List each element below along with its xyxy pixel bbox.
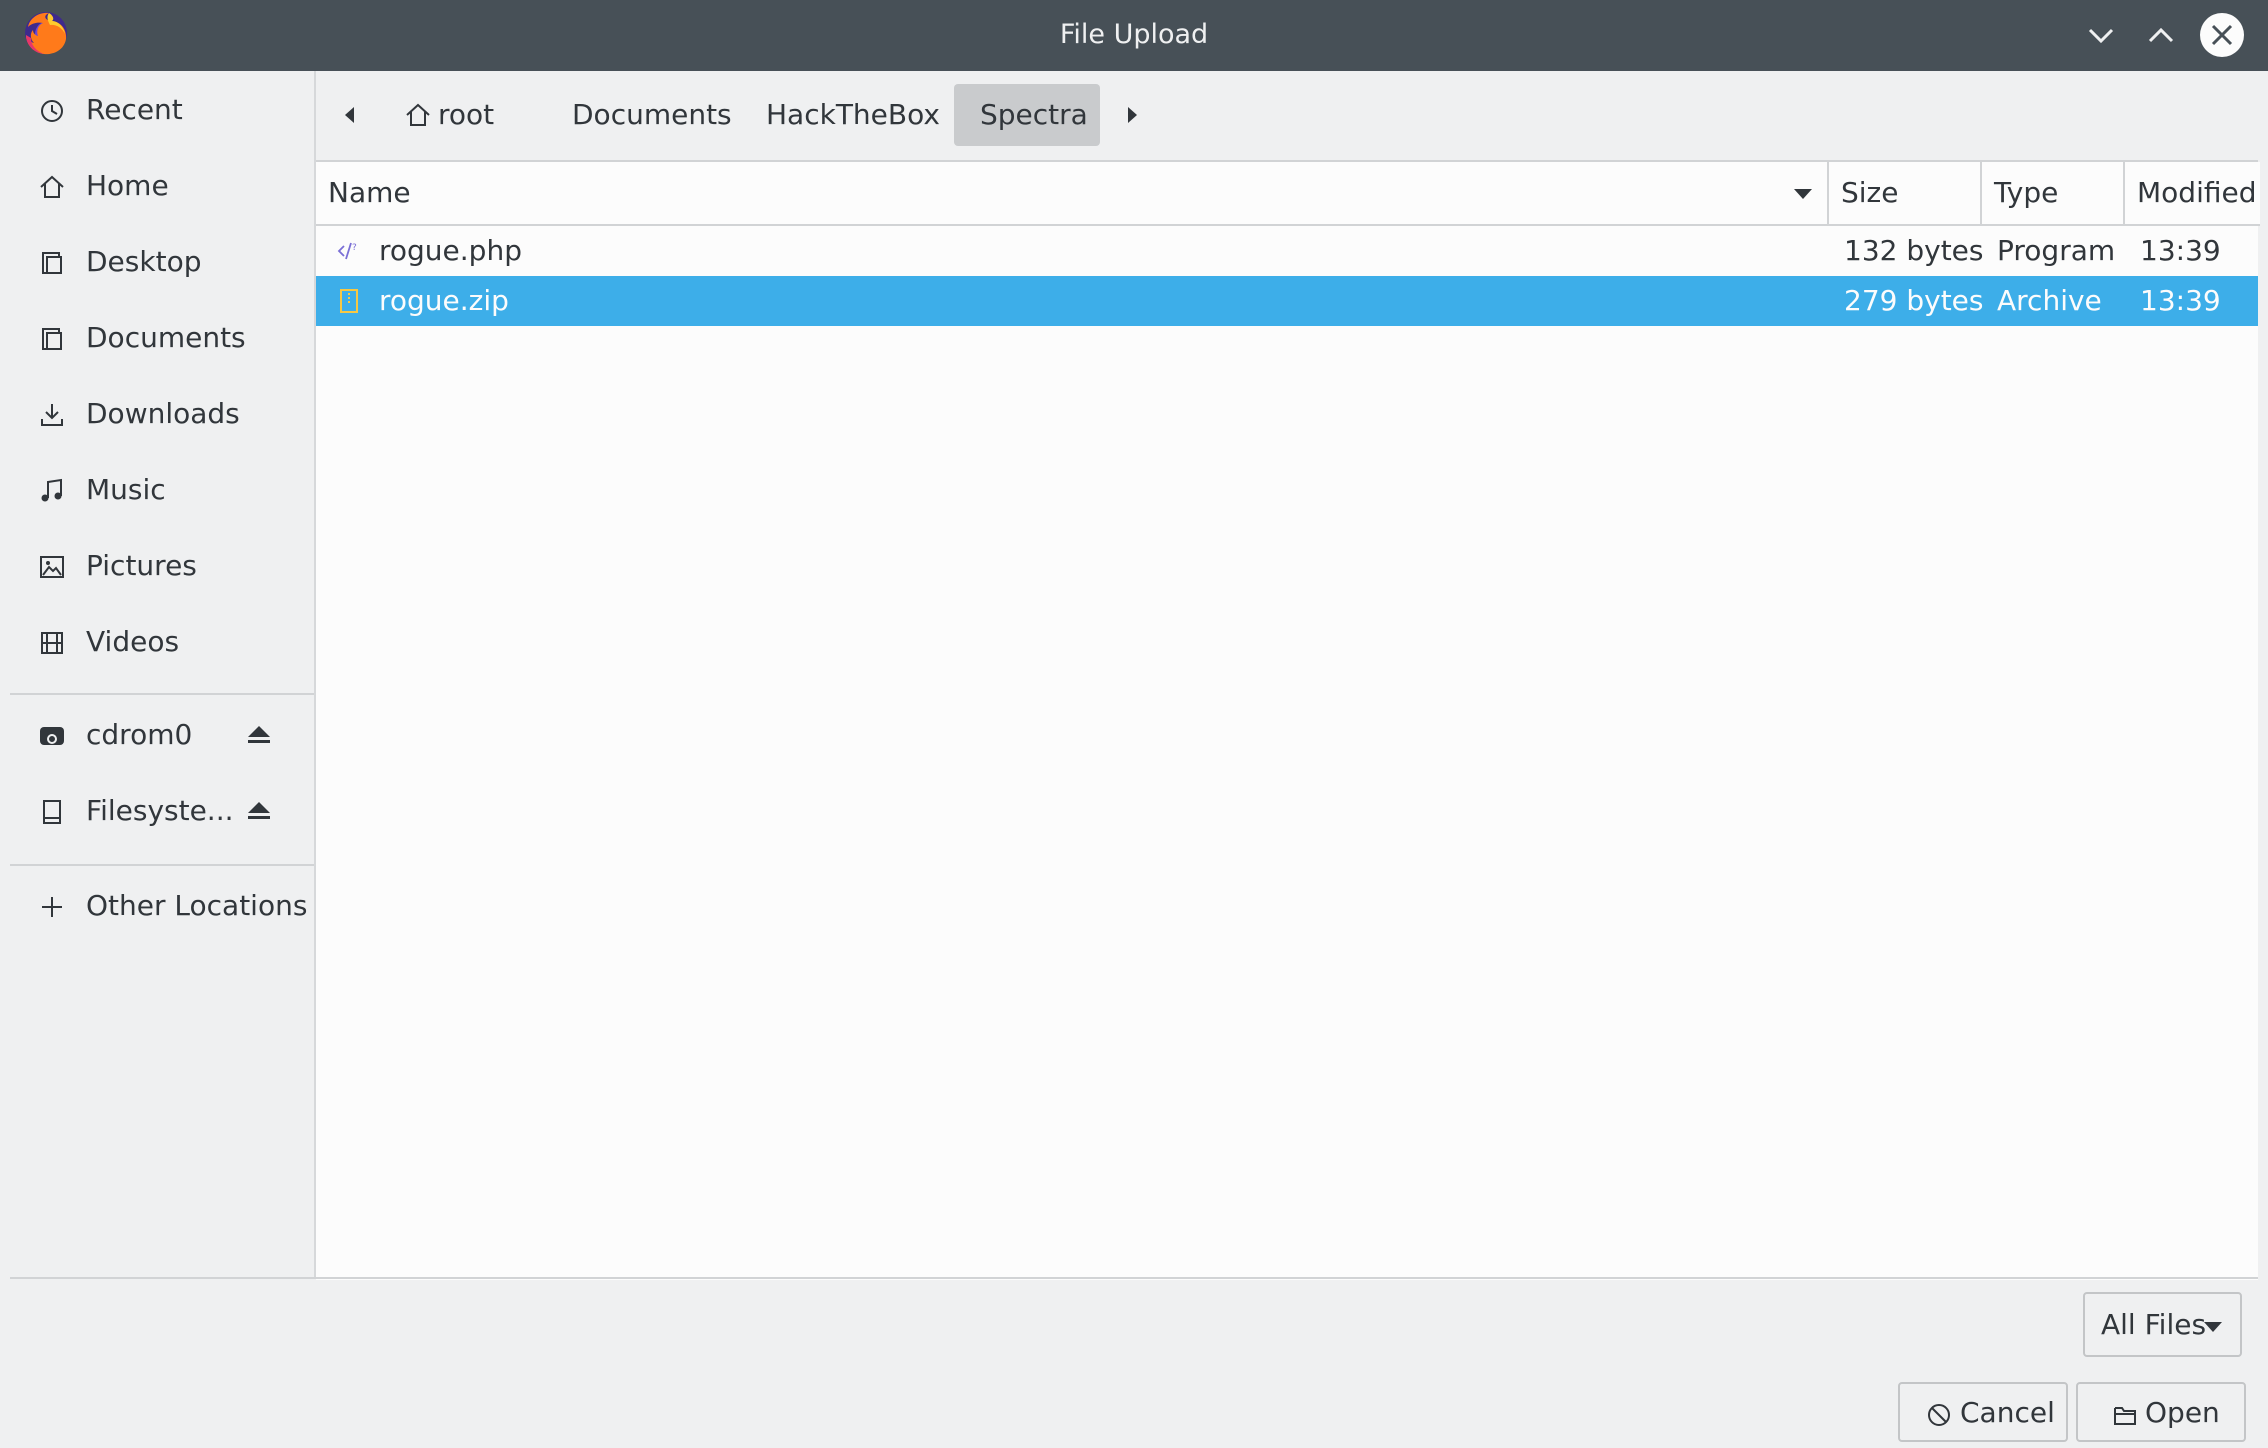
eject-icon[interactable]: [246, 800, 272, 822]
caret-left-icon: [345, 107, 354, 123]
svg-text:?: ?: [352, 243, 357, 253]
maximize-button[interactable]: [2138, 12, 2184, 58]
path-forward-button[interactable]: [1112, 91, 1156, 139]
window-title: File Upload: [1059, 19, 1209, 50]
footer-separator: [10, 1277, 2258, 1279]
breadcrumb-spectra[interactable]: Spectra: [954, 84, 1100, 146]
file-size: 132 bytes: [1844, 234, 1984, 267]
column-header-type[interactable]: Type: [1980, 162, 2123, 226]
file-size: 279 bytes: [1844, 284, 1984, 317]
breadcrumb-label: Documents: [572, 98, 732, 131]
sidebar-item-desktop[interactable]: Desktop: [10, 227, 304, 297]
column-header-modified[interactable]: Modified: [2123, 162, 2260, 226]
column-header-size[interactable]: Size: [1827, 162, 1980, 226]
sidebar-item-cdrom0[interactable]: cdrom0: [10, 700, 304, 770]
sidebar-item-home[interactable]: Home: [10, 151, 304, 221]
file-name: rogue.zip: [379, 284, 509, 317]
table-row[interactable]: ? rogue.php 132 bytes Program 13:39: [316, 226, 2258, 276]
clock-icon: [41, 100, 63, 122]
close-button[interactable]: [2199, 12, 2245, 58]
breadcrumb-hackthebox[interactable]: HackTheBox: [756, 84, 940, 146]
film-icon: [41, 632, 63, 654]
sidebar-item-other-locations[interactable]: Other Locations: [10, 871, 308, 941]
file-filter-label: All Files: [2101, 1308, 2207, 1341]
sidebar-item-label: Filesyste...: [86, 794, 234, 827]
home-icon: [40, 175, 64, 198]
plus-icon: [42, 897, 62, 917]
caret-right-icon: [1128, 107, 1137, 123]
breadcrumb-label: Spectra: [980, 98, 1088, 131]
minimize-button[interactable]: [2078, 12, 2124, 58]
open-button-label: Open: [2145, 1395, 2220, 1429]
breadcrumb-documents[interactable]: Documents: [564, 84, 732, 146]
file-list: Name Size Type Modified ? rogue.php 132 …: [316, 160, 2260, 1280]
sidebar-item-label: Other Locations: [86, 889, 308, 922]
desktop-icon: [42, 252, 62, 274]
column-header-label: Name: [328, 176, 411, 209]
cancel-button[interactable]: Cancel: [1898, 1382, 2068, 1442]
file-name: rogue.php: [379, 234, 522, 267]
optical-drive-icon: [40, 727, 64, 745]
path-bar: root Documents HackTheBox Spectra: [316, 71, 2268, 160]
sidebar-item-label: Recent: [86, 93, 183, 126]
sidebar-item-label: Downloads: [86, 397, 240, 430]
column-header-label: Type: [1994, 176, 2059, 209]
sidebar-item-label: Pictures: [86, 549, 197, 582]
table-row[interactable]: rogue.zip 279 bytes Archive 13:39: [316, 276, 2258, 326]
breadcrumb-label: HackTheBox: [766, 98, 940, 131]
download-icon: [41, 404, 63, 426]
chevron-down-icon: [2204, 1322, 2222, 1332]
file-modified: 13:39: [2140, 234, 2221, 267]
picture-icon: [40, 556, 64, 578]
sidebar-item-pictures[interactable]: Pictures: [10, 531, 304, 601]
open-button[interactable]: Open: [2076, 1382, 2246, 1442]
sidebar-separator: [10, 864, 314, 866]
file-type: Archive: [1997, 284, 2102, 317]
sidebar-separator: [10, 693, 314, 695]
close-icon: [2200, 13, 2244, 57]
chevron-up-icon: [2148, 27, 2174, 43]
sidebar-item-label: Home: [86, 169, 169, 202]
title-bar: File Upload: [0, 0, 2268, 71]
path-back-button[interactable]: [328, 91, 372, 139]
file-upload-dialog: File Upload Recent Home Desktop Document…: [0, 0, 2268, 1448]
archive-file-icon: [340, 289, 358, 313]
file-type: Program: [1997, 234, 2116, 267]
code-file-icon: ?: [337, 242, 357, 260]
sidebar-item-music[interactable]: Music: [10, 455, 304, 525]
folder-icon: [2114, 1407, 2136, 1425]
sidebar-item-filesystem[interactable]: Filesyste...: [10, 776, 304, 846]
cancel-icon: [1928, 1404, 1950, 1426]
column-header-name[interactable]: Name: [316, 162, 1827, 226]
breadcrumb-root[interactable]: root: [400, 84, 500, 146]
sidebar-item-videos[interactable]: Videos: [10, 607, 304, 677]
sort-descending-icon: [1794, 189, 1812, 199]
eject-icon[interactable]: [246, 724, 272, 746]
sidebar-item-label: Documents: [86, 321, 246, 354]
sidebar-item-label: Music: [86, 473, 166, 506]
sidebar-item-recent[interactable]: Recent: [10, 75, 304, 145]
home-icon: [406, 103, 430, 126]
file-modified: 13:39: [2140, 284, 2221, 317]
sidebar-item-documents[interactable]: Documents: [10, 303, 304, 373]
hard-drive-icon: [43, 800, 61, 824]
file-filter-dropdown[interactable]: All Files: [2083, 1292, 2242, 1357]
places-sidebar: Recent Home Desktop Documents Downloads …: [0, 71, 316, 1277]
chevron-down-icon: [2088, 28, 2114, 44]
documents-icon: [42, 328, 62, 350]
music-note-icon: [41, 478, 62, 502]
column-header-label: Size: [1841, 176, 1899, 209]
sidebar-item-downloads[interactable]: Downloads: [10, 379, 304, 449]
sidebar-item-label: cdrom0: [86, 718, 193, 751]
breadcrumb-label: root: [438, 98, 495, 131]
column-header-label: Modified: [2137, 176, 2257, 209]
sidebar-item-label: Videos: [86, 625, 180, 658]
sidebar-item-label: Desktop: [86, 245, 202, 278]
cancel-button-label: Cancel: [1960, 1395, 2055, 1429]
